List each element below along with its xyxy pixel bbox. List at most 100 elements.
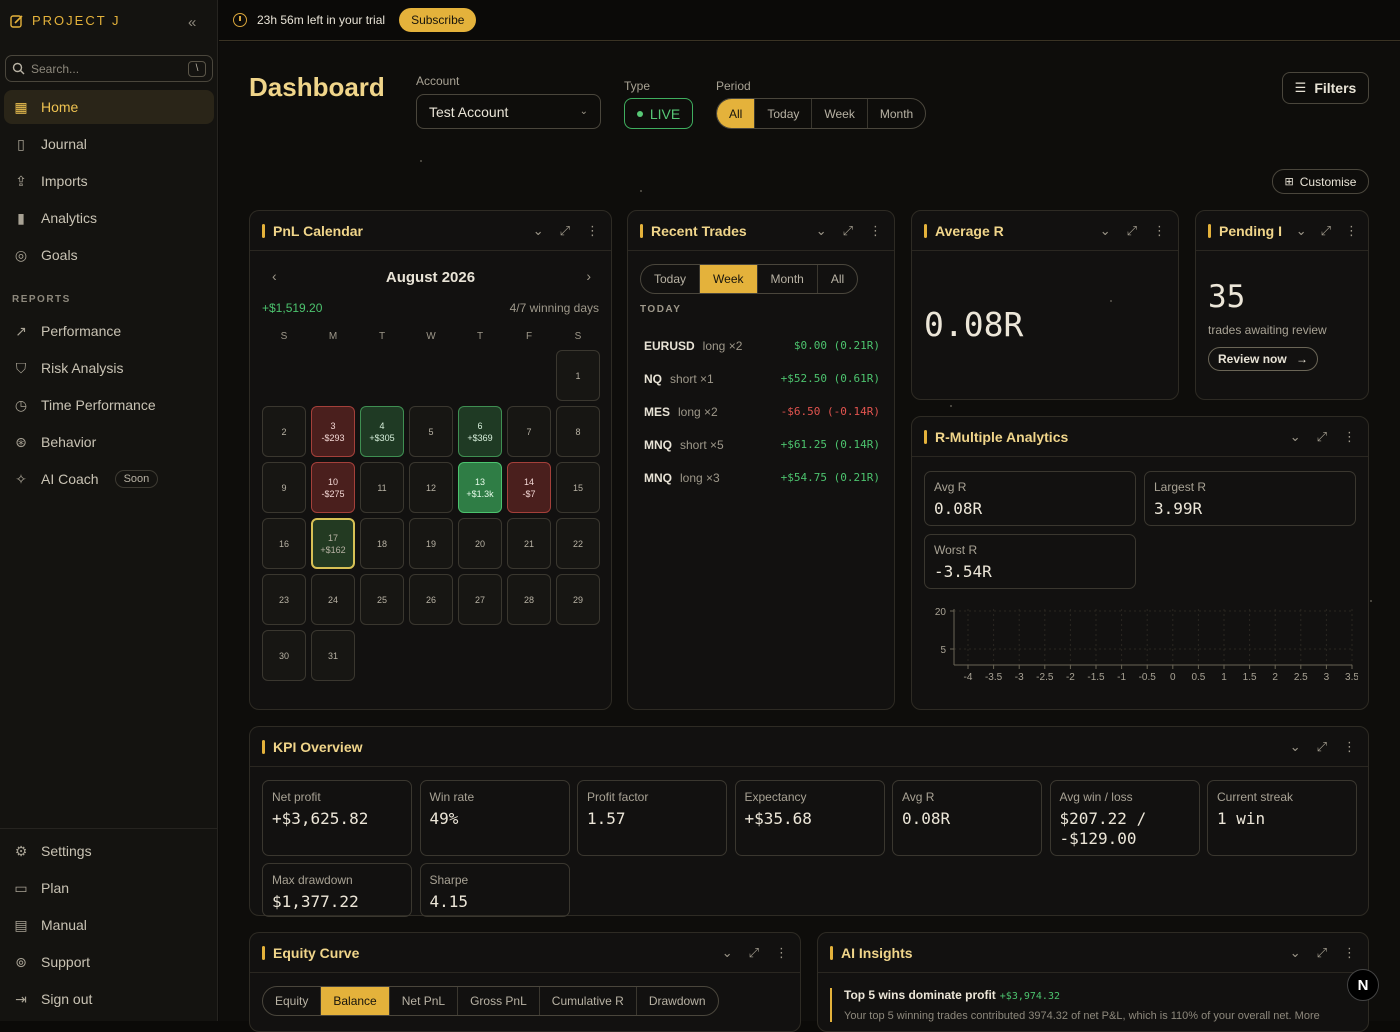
tab-net-pnl[interactable]: Net PnL bbox=[390, 987, 459, 1015]
customise-button[interactable]: ⊞ Customise bbox=[1272, 169, 1369, 194]
expand-icon[interactable]: ⤢ bbox=[560, 223, 570, 239]
trade-row[interactable]: NQ short ×1 +$52.50 (0.61R) bbox=[644, 362, 880, 395]
trade-row[interactable]: EURUSD long ×2 $0.00 (0.21R) bbox=[644, 329, 880, 362]
calendar-day[interactable]: 10 -$275 bbox=[311, 462, 355, 513]
calendar-day[interactable]: 19 bbox=[409, 518, 453, 569]
nav-home[interactable]: ▦ Home bbox=[4, 90, 214, 124]
insight-item[interactable]: Top 5 wins dominate profit +$3,974.32 You… bbox=[830, 988, 1350, 1022]
type-live-toggle[interactable]: LIVE bbox=[624, 98, 693, 129]
nav-risk-analysis[interactable]: ⛉ Risk Analysis bbox=[4, 351, 214, 385]
chevron-down-icon[interactable]: ⌄ bbox=[1296, 223, 1307, 239]
calendar-day[interactable]: 24 bbox=[311, 574, 355, 625]
chevron-down-icon[interactable]: ⌄ bbox=[1290, 945, 1301, 961]
chevron-down-icon[interactable]: ⌄ bbox=[1290, 429, 1301, 445]
nav-plan[interactable]: ▭ Plan bbox=[4, 871, 214, 905]
tab-month[interactable]: Month bbox=[758, 265, 818, 293]
more-vertical-icon[interactable]: ⋮ bbox=[1343, 429, 1356, 445]
tab-cumulative-r[interactable]: Cumulative R bbox=[540, 987, 637, 1015]
calendar-day[interactable]: 4 +$305 bbox=[360, 406, 404, 457]
nav-performance[interactable]: ↗ Performance bbox=[4, 314, 214, 348]
calendar-day[interactable]: 5 bbox=[409, 406, 453, 457]
more-vertical-icon[interactable]: ⋮ bbox=[869, 223, 882, 239]
expand-icon[interactable]: ⤢ bbox=[1317, 429, 1327, 445]
expand-icon[interactable]: ⤢ bbox=[1127, 223, 1137, 239]
account-select[interactable]: Test Account ⌄ bbox=[416, 94, 601, 129]
calendar-day[interactable]: 21 bbox=[507, 518, 551, 569]
calendar-day[interactable]: 25 bbox=[360, 574, 404, 625]
calendar-day[interactable]: 26 bbox=[409, 574, 453, 625]
calendar-day[interactable]: 1 bbox=[556, 350, 600, 401]
tab-gross-pnl[interactable]: Gross PnL bbox=[458, 987, 540, 1015]
chevron-down-icon[interactable]: ⌄ bbox=[722, 945, 733, 961]
period-month[interactable]: Month bbox=[868, 99, 925, 128]
more-vertical-icon[interactable]: ⋮ bbox=[1343, 739, 1356, 755]
filters-button[interactable]: ☰ Filters bbox=[1282, 72, 1369, 104]
chevron-down-icon[interactable]: ⌄ bbox=[816, 223, 827, 239]
trade-row[interactable]: MES long ×2 -$6.50 (-0.14R) bbox=[644, 395, 880, 428]
more-vertical-icon[interactable]: ⋮ bbox=[1343, 945, 1356, 961]
calendar-day[interactable]: 8 bbox=[556, 406, 600, 457]
calendar-day[interactable]: 22 bbox=[556, 518, 600, 569]
calendar-day[interactable]: 17 +$162 bbox=[311, 518, 355, 569]
brand[interactable]: PROJECT J bbox=[10, 13, 121, 28]
trade-row[interactable]: MNQ long ×3 +$54.75 (0.21R) bbox=[644, 461, 880, 494]
nav-behavior[interactable]: ⊛ Behavior bbox=[4, 425, 214, 459]
nav-sign-out[interactable]: ⇥ Sign out bbox=[4, 982, 214, 1016]
chevron-down-icon[interactable]: ⌄ bbox=[1100, 223, 1111, 239]
collapse-sidebar-icon[interactable]: « bbox=[188, 14, 196, 31]
nav-journal[interactable]: ▯ Journal bbox=[4, 127, 214, 161]
nav-imports[interactable]: ⇪ Imports bbox=[4, 164, 214, 198]
nav-settings[interactable]: ⚙ Settings bbox=[4, 834, 214, 868]
more-vertical-icon[interactable]: ⋮ bbox=[1153, 223, 1166, 239]
nav-support[interactable]: ⊚ Support bbox=[4, 945, 214, 979]
expand-icon[interactable]: ⤢ bbox=[843, 223, 853, 239]
calendar-day[interactable]: 11 bbox=[360, 462, 404, 513]
nav-ai-coach[interactable]: ✧ AI Coach Soon bbox=[4, 462, 214, 496]
tab-balance[interactable]: Balance bbox=[321, 987, 390, 1015]
more-vertical-icon[interactable]: ⋮ bbox=[586, 223, 599, 239]
calendar-day[interactable]: 13 +$1.3k bbox=[458, 462, 502, 513]
calendar-day[interactable]: 28 bbox=[507, 574, 551, 625]
period-week[interactable]: Week bbox=[812, 99, 868, 128]
more-vertical-icon[interactable]: ⋮ bbox=[775, 945, 788, 961]
expand-icon[interactable]: ⤢ bbox=[749, 945, 759, 961]
expand-icon[interactable]: ⤢ bbox=[1317, 945, 1327, 961]
tab-all[interactable]: All bbox=[818, 265, 857, 293]
nav-goals[interactable]: ◎ Goals bbox=[4, 238, 214, 272]
calendar-day[interactable]: 30 bbox=[262, 630, 306, 681]
calendar-day[interactable]: 6 +$369 bbox=[458, 406, 502, 457]
calendar-day[interactable]: 9 bbox=[262, 462, 306, 513]
tab-equity[interactable]: Equity bbox=[263, 987, 322, 1015]
chevron-down-icon[interactable]: ⌄ bbox=[533, 223, 544, 239]
subscribe-button[interactable]: Subscribe bbox=[399, 8, 477, 32]
calendar-day[interactable]: 2 bbox=[262, 406, 306, 457]
n-logo-icon[interactable]: N bbox=[1347, 969, 1379, 1001]
trade-row[interactable]: MNQ short ×5 +$61.25 (0.14R) bbox=[644, 428, 880, 461]
period-today[interactable]: Today bbox=[755, 99, 813, 128]
calendar-day[interactable]: 16 bbox=[262, 518, 306, 569]
search-input[interactable]: Search... \ bbox=[5, 55, 213, 82]
calendar-day[interactable]: 12 bbox=[409, 462, 453, 513]
more-vertical-icon[interactable]: ⋮ bbox=[1345, 223, 1358, 239]
nav-manual[interactable]: ▤ Manual bbox=[4, 908, 214, 942]
nav-time-performance[interactable]: ◷ Time Performance bbox=[4, 388, 214, 422]
calendar-day[interactable]: 14 -$7 bbox=[507, 462, 551, 513]
tab-week[interactable]: Week bbox=[700, 265, 758, 293]
calendar-day[interactable]: 7 bbox=[507, 406, 551, 457]
nav-analytics[interactable]: ▮ Analytics bbox=[4, 201, 214, 235]
period-all[interactable]: All bbox=[717, 99, 756, 128]
calendar-day[interactable]: 27 bbox=[458, 574, 502, 625]
calendar-day[interactable]: 18 bbox=[360, 518, 404, 569]
calendar-day[interactable]: 23 bbox=[262, 574, 306, 625]
chevron-down-icon[interactable]: ⌄ bbox=[1290, 739, 1301, 755]
calendar-day[interactable]: 31 bbox=[311, 630, 355, 681]
calendar-day[interactable]: 15 bbox=[556, 462, 600, 513]
tab-today[interactable]: Today bbox=[641, 265, 701, 293]
calendar-day[interactable]: 20 bbox=[458, 518, 502, 569]
calendar-day[interactable]: 29 bbox=[556, 574, 600, 625]
expand-icon[interactable]: ⤢ bbox=[1317, 739, 1327, 755]
calendar-day[interactable]: 3 -$293 bbox=[311, 406, 355, 457]
chevron-right-icon[interactable]: › bbox=[586, 268, 591, 284]
expand-icon[interactable]: ⤢ bbox=[1321, 223, 1331, 239]
review-now-button[interactable]: Review now → bbox=[1208, 347, 1319, 371]
